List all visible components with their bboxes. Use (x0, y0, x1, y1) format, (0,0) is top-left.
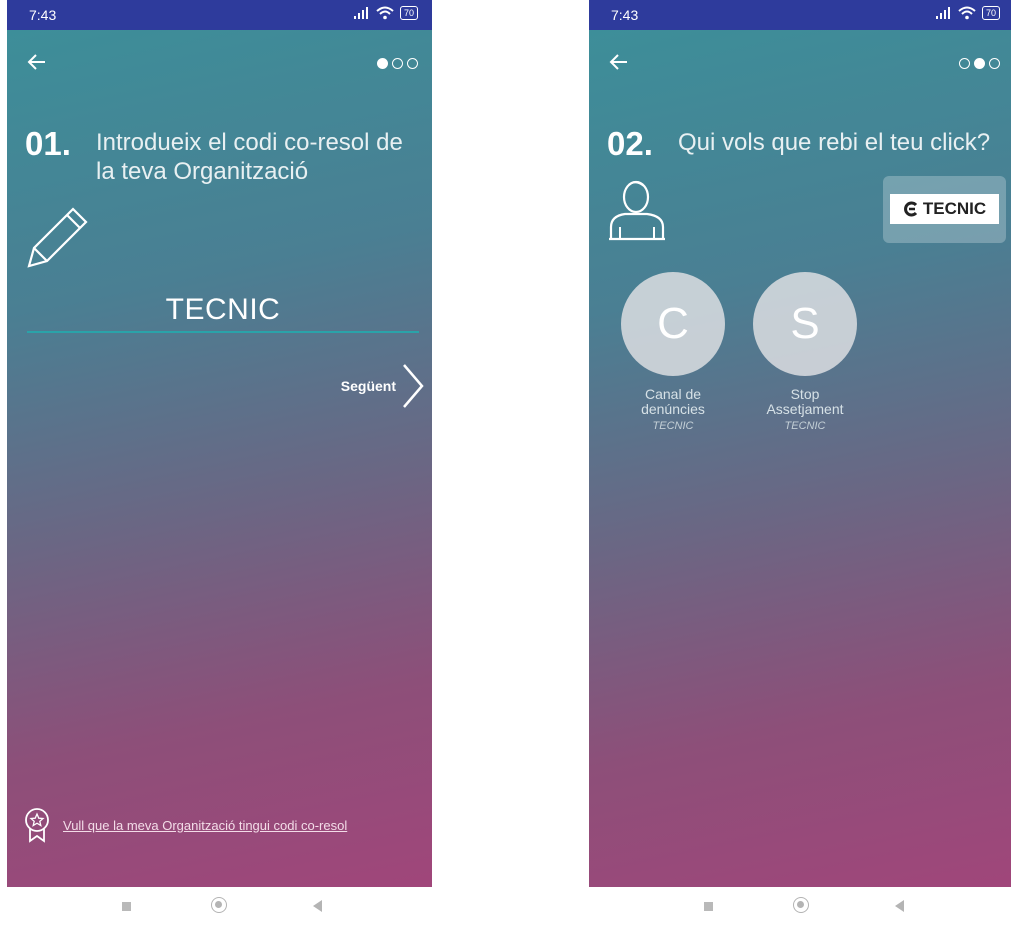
recents-button[interactable] (704, 902, 713, 911)
signal-icon (353, 7, 368, 19)
wifi-icon (958, 6, 976, 20)
channel-avatar: S (753, 272, 857, 376)
channel-card[interactable]: C Canal de denúncies TECNIC (621, 272, 725, 432)
page-indicator (377, 58, 418, 69)
page-dot-1 (959, 58, 970, 69)
status-bar: 7:43 70 (589, 0, 1011, 30)
organization-logo-badge: TECNIC (890, 194, 999, 224)
status-time: 7:43 (611, 7, 639, 23)
person-icon (609, 180, 665, 241)
channel-organization: TECNIC (652, 420, 694, 432)
channel-name: Stop Assetjament (766, 386, 844, 417)
system-nav-bar (589, 887, 1011, 927)
phone-screen-step-2: 7:43 70 02. Qui vols que rebi el teu cli… (589, 0, 1011, 927)
chevron-right-icon (403, 364, 424, 408)
channel-organization: TECNIC (784, 420, 826, 432)
page-dot-3 (407, 58, 418, 69)
home-button[interactable] (211, 897, 227, 913)
page-dot-1 (377, 58, 388, 69)
step-number: 02. (607, 125, 653, 162)
channel-card[interactable]: S Stop Assetjament TECNIC (753, 272, 857, 432)
system-back-button[interactable] (313, 900, 322, 912)
recents-button[interactable] (122, 902, 131, 911)
next-label: Següent (340, 378, 396, 394)
back-arrow-icon[interactable] (25, 50, 49, 74)
channel-name: Canal de denúncies (641, 386, 705, 417)
page-indicator (959, 58, 1000, 69)
organization-code-input[interactable]: TECNIC (27, 293, 419, 327)
status-bar: 7:43 70 (7, 0, 432, 30)
channel-avatar: C (621, 272, 725, 376)
badge-star-icon (25, 808, 49, 843)
wifi-icon (376, 6, 394, 20)
screen-content: 02. Qui vols que rebi el teu click? TECN… (589, 30, 1011, 887)
screen-content: 01. Introdueix el codi co-resol de la te… (7, 30, 432, 887)
request-code-label: Vull que la meva Organització tingui cod… (63, 817, 348, 833)
request-code-link[interactable]: Vull que la meva Organització tingui cod… (23, 807, 347, 843)
next-button[interactable]: Següent (341, 363, 424, 409)
page-dot-3 (989, 58, 1000, 69)
system-back-button[interactable] (895, 900, 904, 912)
organization-logo: TECNIC (883, 176, 1006, 243)
step-instruction: Qui vols que rebi el teu click? (678, 129, 991, 156)
system-nav-bar (7, 887, 432, 927)
input-underline (27, 331, 419, 333)
page-dot-2 (974, 58, 985, 69)
signal-icon (935, 7, 950, 19)
battery-indicator: 70 (981, 6, 1000, 20)
page-dot-2 (392, 58, 403, 69)
pencil-icon (27, 207, 88, 268)
organization-logo-text: TECNIC (922, 199, 987, 218)
home-button[interactable] (793, 897, 809, 913)
back-arrow-icon[interactable] (607, 50, 631, 74)
step-number: 01. (25, 125, 71, 162)
tecnic-logo-mark-icon (903, 201, 917, 217)
phone-screen-step-1: 7:43 70 01. Introdueix el codi co-resol … (7, 0, 432, 927)
battery-indicator: 70 (399, 6, 418, 20)
step-instruction: Introdueix el codi co-resol de la teva O… (96, 129, 403, 185)
status-time: 7:43 (29, 7, 57, 23)
